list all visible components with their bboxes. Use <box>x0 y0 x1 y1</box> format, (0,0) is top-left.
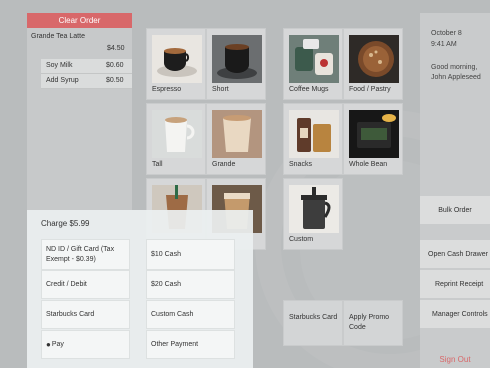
product-tile-coffee-mugs[interactable]: Coffee Mugs <box>283 28 343 100</box>
open-cash-drawer-button[interactable]: Open Cash Drawer <box>420 240 490 268</box>
whole-bean-photo <box>349 110 399 158</box>
product-tile-tall[interactable]: Tall <box>146 103 206 175</box>
product-label: Coffee Mugs <box>289 86 329 93</box>
apple-icon: ● <box>46 339 51 349</box>
product-label: Tall <box>152 161 163 168</box>
reprint-receipt-button[interactable]: Reprint Receipt <box>420 270 490 298</box>
snacks-photo <box>289 110 339 158</box>
product-label: Short <box>212 86 229 93</box>
product-tile-whole-bean[interactable]: Whole Bean <box>343 103 403 175</box>
manager-controls-button[interactable]: Manager Controls <box>420 300 490 328</box>
espresso-photo <box>152 35 202 83</box>
ten-cash-button[interactable]: $10 Cash <box>146 239 235 270</box>
product-label: Espresso <box>152 86 182 93</box>
modifier-price: $0.50 <box>106 77 124 84</box>
credit-debit-button[interactable]: Credit / Debit <box>41 270 130 299</box>
apple-pay-button[interactable]: ● Pay <box>41 330 130 359</box>
nd-id-gift-card-button[interactable]: ND ID / Gift Card (Tax Exempt - $0.39) <box>41 239 130 270</box>
starbucks-card-payment-button[interactable]: Starbucks Card <box>41 300 130 329</box>
modifier-row[interactable]: Add Syrup $0.50 <box>41 74 132 89</box>
starbucks-card-button[interactable]: Starbucks Card <box>283 300 343 346</box>
product-tile-food-pastry[interactable]: Food / Pastry <box>343 28 403 100</box>
order-panel <box>27 13 132 210</box>
greeting-label: Good morning, <box>431 64 478 71</box>
date-label: October 8 <box>431 30 462 37</box>
modifier-row[interactable]: Soy Milk $0.60 <box>41 59 132 74</box>
apple-pay-label: Pay <box>51 340 64 348</box>
coffee-mugs-photo <box>289 35 339 83</box>
product-label: Whole Bean <box>349 161 388 168</box>
tall-coffee-photo <box>152 110 202 158</box>
product-tile-grande[interactable]: Grande <box>206 103 266 175</box>
sign-out-button[interactable]: Sign Out <box>420 350 490 368</box>
order-item-name[interactable]: Grande Tea Latte <box>31 33 85 40</box>
product-tile-custom[interactable]: Custom <box>283 178 343 250</box>
product-tile-espresso[interactable]: Espresso <box>146 28 206 100</box>
user-name: John Appleseed <box>431 74 481 81</box>
other-payment-button[interactable]: Other Payment <box>146 330 235 359</box>
time-label: 9:41 AM <box>431 41 457 48</box>
modifier-name: Soy Milk <box>46 62 73 69</box>
short-coffee-photo <box>212 35 262 83</box>
bulk-order-button[interactable]: Bulk Order <box>420 196 490 224</box>
twenty-cash-button[interactable]: $20 Cash <box>146 270 235 299</box>
charge-total: Charge $5.99 <box>41 219 90 228</box>
product-tile-short[interactable]: Short <box>206 28 266 100</box>
modifier-price: $0.60 <box>106 62 124 69</box>
product-tile-snacks[interactable]: Snacks <box>283 103 343 175</box>
custom-cash-button[interactable]: Custom Cash <box>146 300 235 329</box>
grande-coffee-photo <box>212 110 262 158</box>
modifier-name: Add Syrup <box>46 77 79 84</box>
apply-promo-button[interactable]: Apply Promo Code <box>343 300 403 346</box>
pastry-photo <box>349 35 399 83</box>
product-label: Snacks <box>289 161 312 168</box>
french-press-photo <box>289 185 339 233</box>
clear-order-button[interactable]: Clear Order <box>27 13 132 28</box>
product-label: Food / Pastry <box>349 86 391 93</box>
pos-screen: Clear Order Grande Tea Latte $4.50 Soy M… <box>0 0 490 368</box>
order-item-price: $4.50 <box>107 45 125 52</box>
product-label: Custom <box>289 236 314 243</box>
product-label: Grande <box>212 161 236 168</box>
